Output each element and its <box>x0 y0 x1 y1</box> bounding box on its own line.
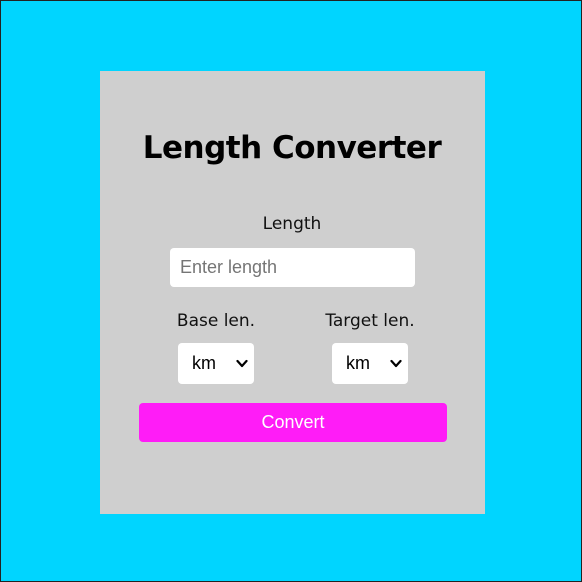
base-unit-value: km <box>192 353 216 373</box>
chevron-down-icon <box>390 359 402 368</box>
base-length-label: Base len. <box>176 311 256 331</box>
chevron-down-icon <box>236 359 248 368</box>
target-length-label: Target len. <box>325 311 415 331</box>
target-unit-select[interactable]: km <box>332 343 408 384</box>
page-title: Length Converter <box>142 130 442 166</box>
convert-button[interactable]: Convert <box>139 403 447 442</box>
target-unit-value: km <box>346 353 370 373</box>
length-input[interactable] <box>170 248 415 287</box>
base-unit-select[interactable]: km <box>178 343 254 384</box>
length-label: Length <box>262 214 322 234</box>
